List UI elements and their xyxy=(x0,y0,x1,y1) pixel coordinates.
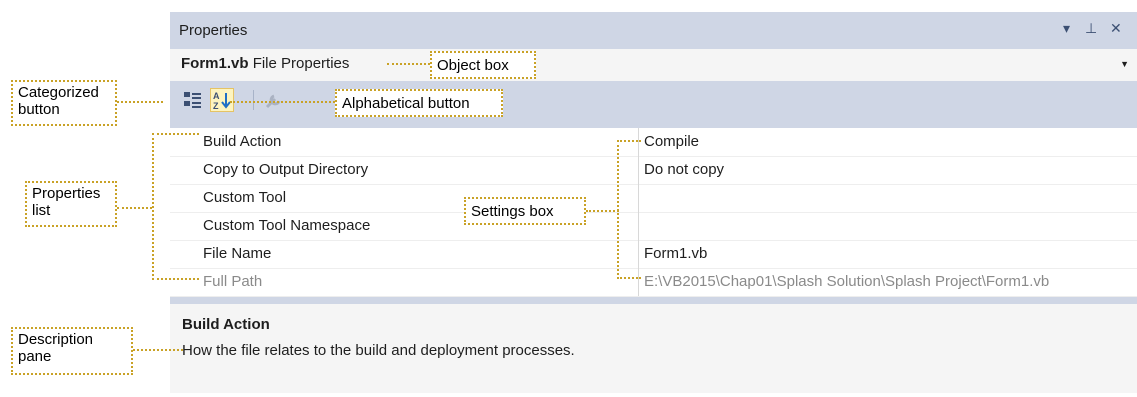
property-row[interactable]: Build Action Compile xyxy=(170,128,1137,157)
properties-bracket xyxy=(152,133,199,280)
title-bar: Properties ▾ ⊥ ✕ xyxy=(170,12,1137,49)
object-box-connector xyxy=(387,63,430,65)
property-row[interactable]: File Name Form1.vb xyxy=(170,240,1137,269)
property-name: Build Action xyxy=(203,133,282,150)
pin-icon[interactable]: ⊥ xyxy=(1085,20,1097,37)
property-name: Full Path xyxy=(203,273,263,290)
property-name: File Name xyxy=(203,245,272,262)
object-box-text: Form1.vb File Properties xyxy=(181,55,349,72)
description-pane: Build Action How the file relates to the… xyxy=(170,303,1137,393)
wrench-icon[interactable] xyxy=(262,88,286,112)
settings-box-callout: Settings box xyxy=(464,197,586,225)
window-title: Properties xyxy=(179,22,248,39)
callout-text: Description xyxy=(18,331,94,348)
property-value[interactable]: Compile xyxy=(644,133,699,150)
description-connector xyxy=(133,349,183,351)
description-pane-callout: Description pane xyxy=(11,327,133,375)
callout-text: pane xyxy=(18,348,52,365)
property-value[interactable]: Do not copy xyxy=(644,161,724,178)
description-text: How the file relates to the build and de… xyxy=(182,342,575,359)
categorized-connector xyxy=(117,101,163,103)
categorized-button-callout: Categorized button xyxy=(11,80,117,126)
property-row[interactable]: Custom Tool Namespace xyxy=(170,212,1137,241)
toolbar-separator xyxy=(253,90,254,110)
callout-text: list xyxy=(32,202,51,219)
property-row[interactable]: Full Path E:\VB2015\Chap01\Splash Soluti… xyxy=(170,268,1137,297)
description-title: Build Action xyxy=(182,316,270,333)
alphabetical-button-callout: Alphabetical button xyxy=(335,89,503,117)
chevron-down-icon[interactable]: ▼ xyxy=(1120,59,1129,69)
property-name: Copy to Output Directory xyxy=(203,161,369,178)
object-box-callout: Object box xyxy=(430,51,536,79)
settings-connector xyxy=(586,210,619,212)
alphabetical-connector xyxy=(230,101,335,103)
window-dropdown-icon[interactable]: ▾ xyxy=(1063,20,1070,37)
svg-text:Z: Z xyxy=(213,101,219,111)
property-value[interactable]: Form1.vb xyxy=(644,245,707,262)
property-row[interactable]: Custom Tool xyxy=(170,184,1137,213)
properties-list: Build Action Compile Copy to Output Dire… xyxy=(170,127,1137,297)
object-type: File Properties xyxy=(252,55,350,72)
property-value: E:\VB2015\Chap01\Splash Solution\Splash … xyxy=(644,273,1050,290)
object-name: Form1.vb xyxy=(181,55,249,72)
object-box[interactable]: Form1.vb File Properties ▼ xyxy=(170,49,1137,82)
properties-toolbar: A Z xyxy=(170,82,1137,118)
properties-window: Properties ▾ ⊥ ✕ Form1.vb File Propertie… xyxy=(170,12,1137,393)
close-icon[interactable]: ✕ xyxy=(1110,20,1122,37)
property-name: Custom Tool Namespace xyxy=(203,217,371,234)
settings-bracket xyxy=(617,140,641,279)
properties-connector xyxy=(117,207,152,209)
property-row[interactable]: Copy to Output Directory Do not copy xyxy=(170,156,1137,185)
alphabetical-icon[interactable]: A Z xyxy=(210,88,234,112)
properties-list-callout: Properties list xyxy=(25,181,117,227)
callout-text: button xyxy=(18,101,60,118)
callout-text: Categorized xyxy=(18,84,99,101)
svg-text:A: A xyxy=(213,91,220,101)
property-name: Custom Tool xyxy=(203,189,287,206)
callout-text: Properties xyxy=(32,185,101,202)
categorized-icon[interactable] xyxy=(181,88,205,112)
